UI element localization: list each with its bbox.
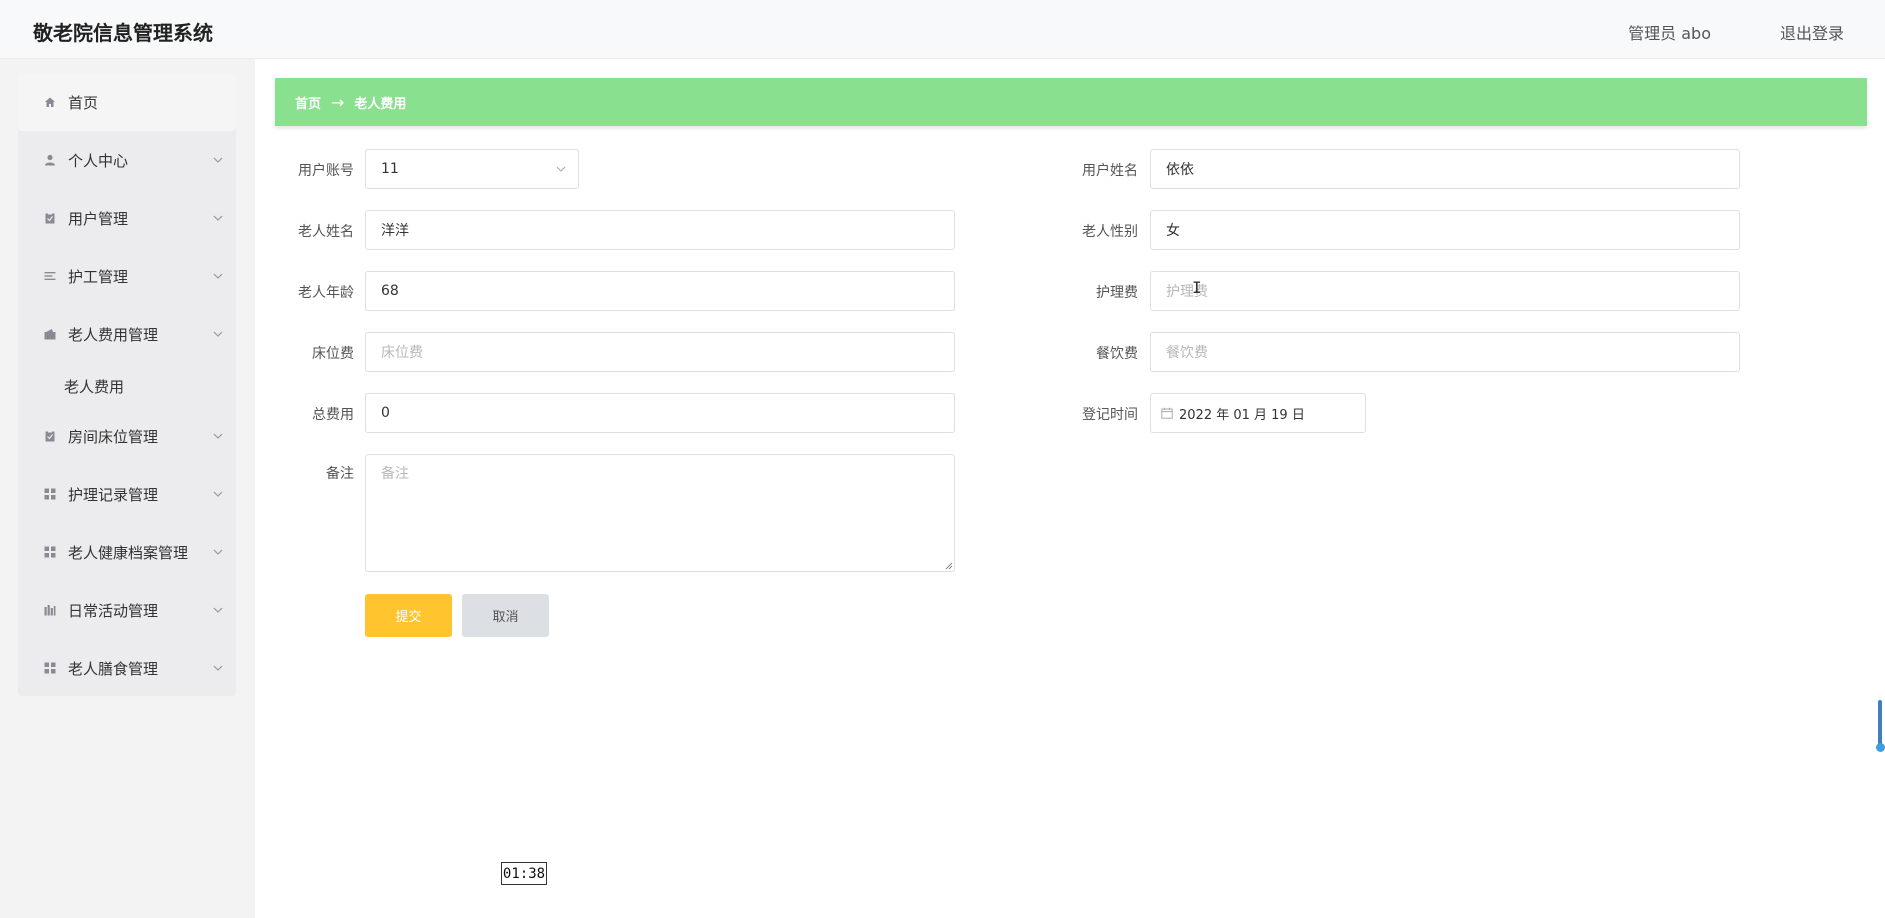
grid-icon [44,662,56,674]
sidebar-item-health-record-management[interactable]: 老人健康档案管理 [18,523,236,581]
resize-handle-icon[interactable] [944,561,953,570]
logout-link[interactable]: 退出登录 [1780,20,1844,44]
elder-name-field[interactable]: 洋洋 [365,210,955,250]
user-name-label: 用户姓名 [1082,163,1138,179]
elder-gender-label: 老人性别 [1082,224,1138,240]
sidebar-item-nursing-record-management[interactable]: 护理记录管理 [18,465,236,523]
remark-textarea[interactable]: 备注 [365,454,955,572]
sidebar-item-personal-center[interactable]: 个人中心 [18,131,236,189]
register-time-value: 2022 年 01 月 19 日 [1179,407,1305,423]
total-fee-field[interactable]: 0 [365,393,955,433]
chevron-down-icon [213,607,223,613]
nursing-fee-field[interactable]: 护理费 [1150,271,1740,311]
submit-button[interactable]: 提交 [365,594,452,637]
sidebar-item-room-bed-management[interactable]: 房间床位管理 [18,407,236,465]
clipboard-icon [44,430,56,442]
grid-icon [44,546,56,558]
user-icon [44,154,56,166]
app-title: 敬老院信息管理系统 [33,21,213,45]
current-user-label: 管理员 abo [1628,24,1711,43]
register-time-label: 登记时间 [1082,407,1138,423]
total-fee-label: 总费用 [312,407,354,423]
grid-icon [44,488,56,500]
meal-fee-label: 餐饮费 [1096,346,1138,362]
remark-label: 备注 [326,466,354,482]
chevron-down-icon [213,331,223,337]
meal-fee-field[interactable]: 餐饮费 [1150,332,1740,372]
bar-chart-icon [44,604,56,616]
sidebar-item-label: 护理记录管理 [68,485,159,504]
sidebar-item-user-management[interactable]: 用户管理 [18,189,236,247]
chevron-down-icon [213,491,223,497]
list-icon [44,270,56,282]
elder-name-label: 老人姓名 [298,224,354,240]
text-cursor-icon: I [1192,278,1202,297]
chevron-down-icon [213,665,223,671]
chevron-down-icon [213,273,223,279]
clock-badge: 01:38 [501,862,547,885]
sidebar-item-home[interactable]: 首页 [18,73,236,131]
breadcrumb: 首页 → 老人费用 [275,78,1867,126]
sidebar-item-label: 老人健康档案管理 [68,543,189,562]
chevron-down-icon [213,157,223,163]
user-name-field[interactable]: 依依 [1150,149,1740,189]
scrollbar-handle[interactable] [1876,743,1885,752]
chevron-down-icon [556,166,566,172]
sidebar-item-label: 老人膳食管理 [68,659,159,678]
sidebar-item-label: 个人中心 [68,151,129,170]
register-time-datepicker[interactable]: 2022 年 01 月 19 日 [1150,393,1366,433]
sidebar-item-label: 老人费用管理 [68,325,159,344]
sidebar-subitem-elder-fee[interactable]: 老人费用 [64,376,124,397]
home-icon [44,96,56,108]
sidebar-item-label: 日常活动管理 [68,601,159,620]
sidebar-item-label: 房间床位管理 [68,427,159,446]
bed-fee-field[interactable]: 床位费 [365,332,955,372]
cancel-button[interactable]: 取消 [462,594,549,637]
elder-age-field[interactable]: 68 [365,271,955,311]
sidebar-item-caregiver-management[interactable]: 护工管理 [18,247,236,305]
nursing-fee-label: 护理费 [1096,285,1138,301]
calendar-icon [1161,407,1173,419]
sidebar-item-elder-fee-management[interactable]: 老人费用管理 [18,305,236,363]
chevron-down-icon [213,215,223,221]
sidebar-item-daily-activity-management[interactable]: 日常活动管理 [18,581,236,639]
sidebar-item-label: 用户管理 [68,209,129,228]
bed-fee-label: 床位费 [312,346,354,362]
user-account-label: 用户账号 [298,163,354,179]
sidebar-item-diet-management[interactable]: 老人膳食管理 [18,639,236,697]
user-account-value: 11 [381,161,399,177]
wallet-icon [44,328,56,340]
elder-gender-field[interactable]: 女 [1150,210,1740,250]
breadcrumb-home-link[interactable]: 首页 [295,93,321,112]
elder-age-label: 老人年龄 [298,285,354,301]
breadcrumb-current: 老人费用 [354,96,407,112]
sidebar-item-label: 护工管理 [68,267,129,286]
sidebar-item-label: 首页 [68,93,99,112]
chevron-down-icon [213,433,223,439]
clipboard-icon [44,212,56,224]
chevron-down-icon [213,549,223,555]
top-bar: 敬老院信息管理系统 管理员 abo 退出登录 [0,0,1885,59]
breadcrumb-arrow-icon: → [331,92,345,112]
user-account-select[interactable]: 11 [365,149,579,189]
